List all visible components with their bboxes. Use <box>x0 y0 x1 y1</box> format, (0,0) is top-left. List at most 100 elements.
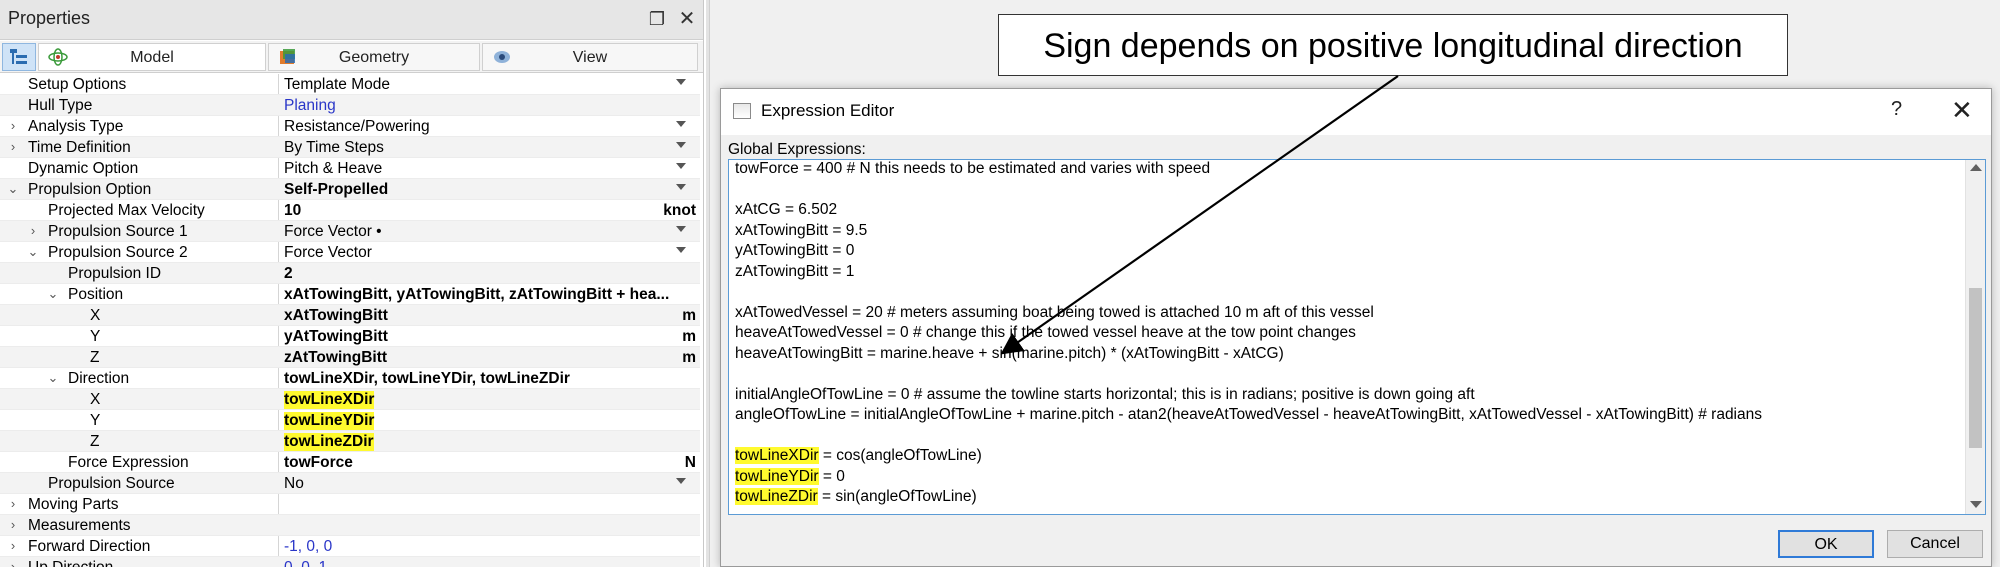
expand-chevron-icon[interactable]: › <box>6 538 20 553</box>
property-row[interactable]: › Up Direction 0, 0, 1 <box>0 557 700 567</box>
code-line: towLineYDir = 0 <box>735 467 845 486</box>
property-row[interactable]: ⌄ Position xAtTowingBitt, yAtTowingBitt,… <box>0 284 700 305</box>
tab-model[interactable]: Model <box>38 43 266 71</box>
expand-chevron-icon[interactable]: › <box>6 559 20 567</box>
property-row[interactable]: X xAtTowingBitt m <box>0 305 700 326</box>
highlighted-variable: towLineXDir <box>735 447 819 464</box>
properties-tabs: Model Geometry View <box>0 41 703 73</box>
code-line: heaveAtTowingBitt = marine.heave + sin(m… <box>735 344 1284 362</box>
property-row[interactable]: ⌄ Propulsion Source 2 Force Vector <box>0 242 700 263</box>
property-row[interactable]: › Analysis Type Resistance/Powering <box>0 116 700 137</box>
splitter[interactable] <box>706 0 710 567</box>
close-panel-icon[interactable]: ✕ <box>676 7 698 31</box>
property-name: Direction <box>68 370 130 387</box>
property-name: Z <box>90 349 100 366</box>
property-name: Up Direction <box>28 559 113 567</box>
code-line: yAtTowingBitt = 0 <box>735 242 855 259</box>
property-value: towLineXDir, towLineYDir, towLineZDir <box>284 370 570 387</box>
dropdown-arrow-icon[interactable] <box>676 142 686 148</box>
cancel-button[interactable]: Cancel <box>1887 530 1983 558</box>
dropdown-arrow-icon[interactable] <box>676 247 686 253</box>
scroll-down-arrow-icon[interactable] <box>1970 501 1982 508</box>
code-line: angleOfTowLine = initialAngleOfTowLine +… <box>735 406 1762 423</box>
property-row[interactable]: Propulsion ID 2 <box>0 263 700 284</box>
unit-label: m <box>682 328 696 345</box>
property-value: towForce <box>284 454 353 471</box>
code-expression: = cos(angleOfTowLine) <box>818 447 982 464</box>
properties-title: Properties <box>8 8 91 28</box>
collapse-chevron-icon[interactable]: ⌄ <box>26 244 40 260</box>
code-expression: = 0 <box>818 467 845 485</box>
property-name: Propulsion ID <box>68 265 162 282</box>
property-name: Dynamic Option <box>28 160 139 177</box>
float-window-icon[interactable]: ❐ <box>646 7 668 31</box>
collapse-chevron-icon[interactable]: ⌄ <box>46 286 60 302</box>
property-row[interactable]: › Propulsion Source 1 Force Vector • <box>0 221 700 242</box>
property-row[interactable]: › Measurements <box>0 515 700 536</box>
tab-view-label: View <box>572 49 608 66</box>
vertical-scrollbar[interactable] <box>1965 160 1985 514</box>
help-button[interactable]: ? <box>1891 98 1902 121</box>
property-row[interactable]: Y yAtTowingBitt m <box>0 326 700 347</box>
collapse-chevron-icon[interactable]: ⌄ <box>6 181 20 197</box>
ok-button[interactable]: OK <box>1778 530 1874 558</box>
property-row[interactable]: Force Expression towForce N <box>0 452 700 473</box>
dropdown-arrow-icon[interactable] <box>676 226 686 232</box>
property-row[interactable]: ⌄ Direction towLineXDir, towLineYDir, to… <box>0 368 700 389</box>
tab-geometry[interactable]: Geometry <box>268 43 480 71</box>
code-line: xAtTowedVessel = 20 # meters assuming bo… <box>735 303 1374 321</box>
close-dialog-icon[interactable]: ✕ <box>1951 95 1973 126</box>
property-value: 2 <box>284 265 293 282</box>
scrollbar-thumb[interactable] <box>1969 288 1982 448</box>
tab-view[interactable]: View <box>482 43 698 71</box>
dropdown-arrow-icon[interactable] <box>676 79 686 85</box>
property-value: Pitch & Heave <box>284 160 383 177</box>
dialog-title: Expression Editor <box>761 101 895 120</box>
expand-chevron-icon[interactable]: › <box>6 118 20 133</box>
highlighted-variable: towLineYDir <box>735 467 819 485</box>
property-row[interactable]: Setup Options Template Mode <box>0 74 700 95</box>
property-row[interactable]: › Moving Parts <box>0 494 700 515</box>
unit-label: knot <box>663 202 696 219</box>
dropdown-arrow-icon[interactable] <box>676 184 686 190</box>
property-row[interactable]: Hull Type Planing <box>0 95 700 116</box>
property-row[interactable]: Propulsion Source No <box>0 473 700 494</box>
property-value: No <box>284 475 304 492</box>
expand-chevron-icon[interactable]: › <box>26 223 40 238</box>
property-row[interactable]: Dynamic Option Pitch & Heave <box>0 158 700 179</box>
code-line: towForce = 400 # N this needs to be esti… <box>735 160 1211 177</box>
code-line: xAtCG = 6.502 <box>735 201 838 218</box>
property-row[interactable]: Projected Max Velocity 10 knot <box>0 200 700 221</box>
scroll-up-arrow-icon[interactable] <box>1970 164 1982 171</box>
unit-label: m <box>682 349 696 366</box>
expand-chevron-icon[interactable]: › <box>6 496 20 511</box>
property-name: Propulsion Source 1 <box>48 223 188 240</box>
property-row[interactable]: ⌄ Propulsion Option Self-Propelled <box>0 179 700 200</box>
expand-chevron-icon[interactable]: › <box>6 517 20 532</box>
global-expressions-label: Global Expressions: <box>728 141 866 158</box>
properties-panel: Properties ❐ ✕ Model Geometry View Setup… <box>0 0 704 567</box>
property-row[interactable]: Z towLineZDir <box>0 431 700 452</box>
property-row[interactable]: › Time Definition By Time Steps <box>0 137 700 158</box>
property-row[interactable]: › Forward Direction -1, 0, 0 <box>0 536 700 557</box>
dropdown-arrow-icon[interactable] <box>676 121 686 127</box>
dropdown-arrow-icon[interactable] <box>676 163 686 169</box>
property-value: Self-Propelled <box>284 181 389 198</box>
property-value: towLineXDir <box>284 391 375 409</box>
expression-textarea[interactable]: towForce = 400 # N this needs to be esti… <box>728 159 1986 515</box>
expand-chevron-icon[interactable]: › <box>6 139 20 154</box>
property-row[interactable]: X towLineXDir <box>0 389 700 410</box>
property-name: Position <box>68 286 124 303</box>
code-line: towLineXDir = cos(angleOfTowLine) <box>735 447 982 465</box>
property-value: 0, 0, 1 <box>284 559 327 567</box>
property-row[interactable]: Y towLineYDir <box>0 410 700 431</box>
sort-toggle-button[interactable] <box>2 43 36 71</box>
property-value: 10 <box>284 202 302 219</box>
highlighted-variable: towLineZDir <box>735 488 818 505</box>
property-row[interactable]: Z zAtTowingBitt m <box>0 347 700 368</box>
code-line: zAtTowingBitt = 1 <box>735 262 855 280</box>
dropdown-arrow-icon[interactable] <box>676 478 686 484</box>
property-value: xAtTowingBitt, yAtTowingBitt, zAtTowingB… <box>284 286 670 303</box>
collapse-chevron-icon[interactable]: ⌄ <box>46 370 60 386</box>
code-expression: = sin(angleOfTowLine) <box>817 488 977 505</box>
